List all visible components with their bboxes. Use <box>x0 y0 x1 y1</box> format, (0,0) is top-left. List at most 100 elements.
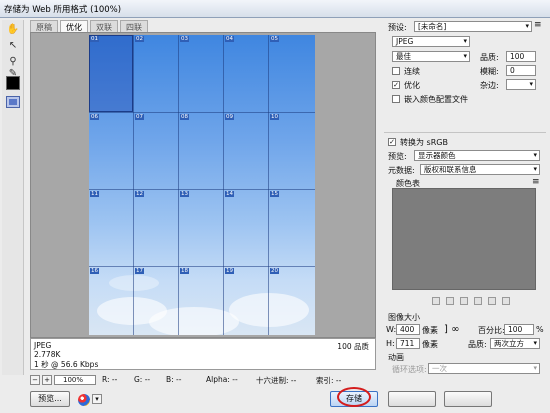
toggle-slices-visibility-icon[interactable] <box>6 96 20 108</box>
preset-menu-icon[interactable]: ≡ <box>534 20 542 30</box>
highlight-circle <box>337 387 371 407</box>
browser-icon[interactable] <box>78 394 90 406</box>
slice-select-icon[interactable]: ↖ <box>6 38 20 52</box>
blur-label: 模糊: <box>480 67 499 76</box>
status-bar: − + 100% R: -- G: -- B: -- Alpha: -- 十六进… <box>30 375 546 387</box>
color-table-icon[interactable] <box>432 297 440 305</box>
readout-index: 索引: -- <box>316 376 342 385</box>
save-for-web-dialog: ✋ ↖ ⚲ ✎ 原稿 优化 双联 四联 01 02 03 04 05 06 07… <box>0 18 550 413</box>
percent-unit: % <box>536 325 544 334</box>
readout-g: G: -- <box>134 375 151 384</box>
slice-label: 05 <box>270 36 279 42</box>
width-unit: 像素 <box>422 326 438 335</box>
settings-panel: 预设: [未命名] ≡ JPEG 最佳 品质: 100 连续 模糊: 0 ✓ 优… <box>384 20 546 375</box>
optimization-info-panel: JPEG 2.778K 1 秒 @ 56.6 Kbps 100 品质 <box>30 338 376 370</box>
eyedropper-color-swatch[interactable] <box>6 76 20 90</box>
hand-icon[interactable]: ✋ <box>6 22 20 36</box>
slice-label: 09 <box>225 114 234 120</box>
height-unit: 像素 <box>422 340 438 349</box>
optimized-checkbox[interactable]: ✓ <box>392 81 400 89</box>
metadata-label: 元数据: <box>388 166 415 175</box>
slice-label: 20 <box>270 268 279 274</box>
info-file-size: 2.778K <box>34 350 61 359</box>
image-size-label: 图像大小 <box>388 313 420 322</box>
preview-button[interactable]: 预览... <box>30 391 70 407</box>
tab-2up[interactable]: 双联 <box>90 20 118 32</box>
slice-label: 07 <box>135 114 144 120</box>
readout-r: R: -- <box>102 375 118 384</box>
constrain-proportions-link-icon[interactable]: ] ∞ <box>444 324 459 335</box>
slice-label: 16 <box>90 268 99 274</box>
readout-hex: 十六进制: -- <box>256 376 297 385</box>
tool-strip: ✋ ↖ ⚲ ✎ <box>2 20 24 375</box>
info-download-time: 1 秒 @ 56.6 Kbps <box>34 360 99 369</box>
slice-label: 11 <box>90 191 99 197</box>
loop-label: 循环选项: <box>392 365 427 374</box>
embed-profile-checkbox[interactable] <box>392 95 400 103</box>
optimized-label: 优化 <box>404 81 420 90</box>
loop-select[interactable]: 一次 <box>428 363 540 374</box>
percent-label: 百分比: <box>478 326 505 335</box>
color-table <box>392 188 536 290</box>
color-table-icon[interactable] <box>446 297 454 305</box>
slice-label: 02 <box>135 36 144 42</box>
slice-label: 19 <box>225 268 234 274</box>
format-select[interactable]: JPEG <box>392 36 470 47</box>
window-title: 存储为 Web 所用格式 (100%) <box>4 5 122 15</box>
convert-srgb-checkbox[interactable]: ✓ <box>388 138 396 146</box>
tab-optimized[interactable]: 优化 <box>60 20 88 32</box>
height-label: H: <box>386 339 395 348</box>
progressive-label: 连续 <box>404 67 420 76</box>
slice-label: 03 <box>180 36 189 42</box>
width-input[interactable]: 400 <box>396 324 420 335</box>
color-table-menu-icon[interactable]: ≡ <box>532 177 540 187</box>
convert-srgb-label: 转换为 sRGB <box>400 138 448 147</box>
color-table-icon[interactable] <box>488 297 496 305</box>
matte-select[interactable] <box>506 79 536 90</box>
slice-label: 08 <box>180 114 189 120</box>
slice-label: 18 <box>180 268 189 274</box>
browser-menu-chevron-down-icon[interactable]: ▾ <box>92 394 102 404</box>
quality-input[interactable]: 100 <box>506 51 536 62</box>
slice-label: 01 <box>90 36 99 42</box>
title-bar: 存储为 Web 所用格式 (100%) <box>0 0 550 18</box>
tab-original[interactable]: 原稿 <box>30 20 58 32</box>
slice-label: 10 <box>270 114 279 120</box>
slice-label: 04 <box>225 36 234 42</box>
slice-label: 15 <box>270 191 279 197</box>
color-table-icon[interactable] <box>502 297 510 305</box>
resample-quality-select[interactable]: 两次立方 <box>490 338 540 349</box>
readout-alpha: Alpha: -- <box>206 375 238 384</box>
percent-input[interactable]: 100 <box>504 324 534 335</box>
readout-b: B: -- <box>166 375 182 384</box>
slice-label: 17 <box>135 268 144 274</box>
animation-label: 动画 <box>388 353 404 362</box>
preset-select[interactable]: [未命名] <box>414 21 532 32</box>
image-preview-area: 01 02 03 04 05 06 07 08 09 10 11 12 13 1… <box>30 32 376 338</box>
tab-4up[interactable]: 四联 <box>120 20 148 32</box>
sky-image[interactable]: 01 02 03 04 05 06 07 08 09 10 11 12 13 1… <box>89 35 315 335</box>
color-table-icon[interactable] <box>460 297 468 305</box>
zoom-select[interactable]: 100% <box>54 375 96 385</box>
info-format: JPEG <box>34 341 52 350</box>
metadata-select[interactable]: 版权和联系信息 <box>420 164 540 175</box>
cancel-button[interactable] <box>388 391 436 407</box>
height-input[interactable]: 711 <box>396 338 420 349</box>
slice-label: 06 <box>90 114 99 120</box>
view-tabs: 原稿 优化 双联 四联 <box>30 20 148 32</box>
preset-label: 预设: <box>388 23 407 32</box>
embed-profile-label: 嵌入颜色配置文件 <box>404 95 468 104</box>
preview-mode-select[interactable]: 显示器颜色 <box>414 150 540 161</box>
color-table-icon[interactable] <box>474 297 482 305</box>
matte-label: 杂边: <box>480 81 499 90</box>
done-button[interactable] <box>444 391 492 407</box>
width-label: W: <box>386 325 397 334</box>
zoom-in-button[interactable]: + <box>42 375 52 385</box>
blur-input[interactable]: 0 <box>506 65 536 76</box>
slice-label: 14 <box>225 191 234 197</box>
quality-level-select[interactable]: 最佳 <box>392 51 470 62</box>
progressive-checkbox[interactable] <box>392 67 400 75</box>
zoom-out-button[interactable]: − <box>30 375 40 385</box>
info-quality: 100 品质 <box>337 342 369 351</box>
slice-grid <box>89 35 315 335</box>
